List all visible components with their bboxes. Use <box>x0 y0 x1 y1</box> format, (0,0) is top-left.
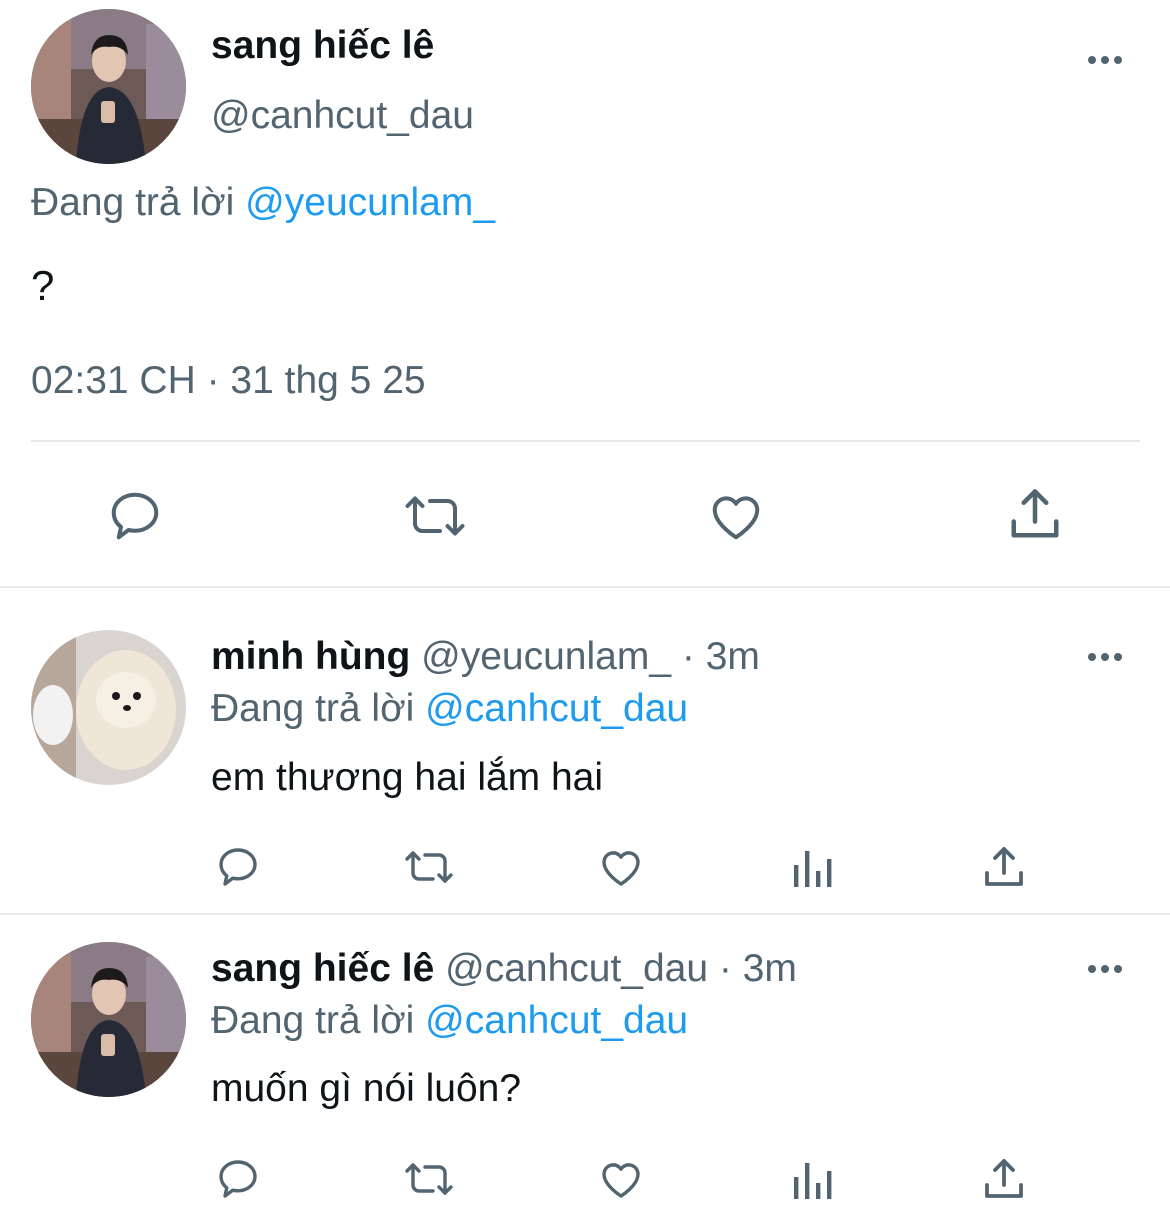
replying-to-line: Đang trả lời @canhcut_dau <box>211 686 688 732</box>
share-icon[interactable] <box>980 1155 1028 1203</box>
reply-icon[interactable] <box>105 486 165 546</box>
replying-prefix: Đang trả lời <box>211 687 415 730</box>
like-icon[interactable] <box>597 843 645 891</box>
reply-time[interactable]: · 3m <box>719 947 797 990</box>
analytics-icon[interactable] <box>792 1157 834 1201</box>
replying-to-link[interactable]: @yeucunlam_ <box>245 181 495 224</box>
divider <box>31 440 1140 442</box>
reply-handle[interactable]: @yeucunlam_ <box>421 635 671 678</box>
more-options-icon[interactable] <box>1088 653 1122 661</box>
reply-handle[interactable]: @canhcut_dau <box>445 947 708 990</box>
reply-time[interactable]: · 3m <box>682 635 760 678</box>
reply-icon[interactable] <box>214 843 262 891</box>
reply-author-name[interactable]: sang hiếc lê <box>211 947 434 990</box>
section-divider <box>0 913 1170 915</box>
retweet-icon[interactable] <box>402 486 468 546</box>
retweet-icon[interactable] <box>402 1155 456 1203</box>
analytics-icon[interactable] <box>792 845 834 889</box>
author-name[interactable]: sang hiếc lê <box>211 22 434 70</box>
tweet-timestamp[interactable]: 02:31 CH · 31 thg 5 25 <box>31 358 426 404</box>
reply-avatar[interactable] <box>31 942 186 1097</box>
replying-prefix: Đang trả lời <box>31 181 235 224</box>
retweet-icon[interactable] <box>402 843 456 891</box>
reply-author-name[interactable]: minh hùng <box>211 635 410 678</box>
reply-header: minh hùng @yeucunlam_ · 3m <box>211 634 760 680</box>
tweet-text: ? <box>31 262 55 309</box>
share-icon[interactable] <box>1005 484 1065 544</box>
section-divider <box>0 586 1170 588</box>
reply-header: sang hiếc lê @canhcut_dau · 3m <box>211 946 797 992</box>
author-avatar[interactable] <box>31 9 186 164</box>
reply-icon[interactable] <box>214 1155 262 1203</box>
reply-text: em thương hai lắm hai <box>211 756 604 799</box>
like-icon[interactable] <box>597 1155 645 1203</box>
share-icon[interactable] <box>980 843 1028 891</box>
replying-to-line: Đang trả lời @yeucunlam_ <box>31 180 495 226</box>
replying-prefix: Đang trả lời <box>211 999 415 1042</box>
replying-to-line: Đang trả lời @canhcut_dau <box>211 998 688 1044</box>
more-options-icon[interactable] <box>1088 56 1122 64</box>
reply-text: muốn gì nói luôn? <box>211 1067 522 1110</box>
reply-avatar[interactable] <box>31 630 186 785</box>
replying-to-link[interactable]: @canhcut_dau <box>425 999 688 1042</box>
like-icon[interactable] <box>706 486 766 546</box>
more-options-icon[interactable] <box>1088 965 1122 973</box>
author-handle[interactable]: @canhcut_dau <box>211 93 474 139</box>
replying-to-link[interactable]: @canhcut_dau <box>425 687 688 730</box>
